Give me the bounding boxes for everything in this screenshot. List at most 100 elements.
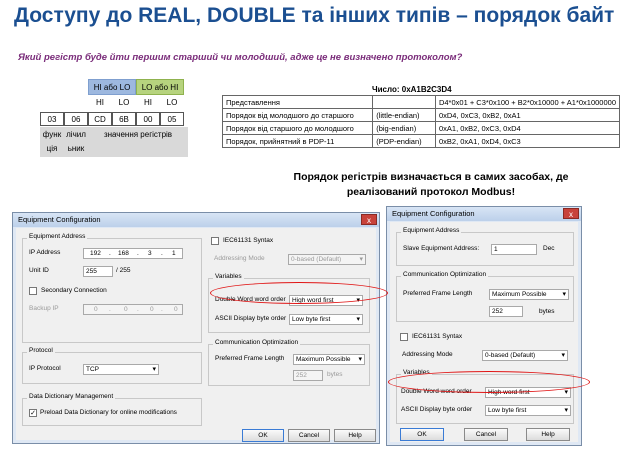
- group-title: Data Dictionary Management: [27, 393, 116, 400]
- iec-syntax-checkbox[interactable]: [211, 237, 219, 245]
- lo-or-hi-header: LO або HI: [136, 79, 184, 95]
- close-button[interactable]: x: [563, 208, 579, 219]
- help-button[interactable]: Help: [526, 428, 570, 441]
- preload-dd-checkbox[interactable]: ✓: [29, 409, 37, 417]
- row-label: Порядок, прийнятний в PDP-11: [221, 134, 374, 148]
- ip-octet: 0: [94, 306, 98, 313]
- backup-ip-field[interactable]: 0 . 0 . 0 . 0: [83, 304, 183, 315]
- addressing-mode-select[interactable]: 0-based (Default): [288, 254, 366, 265]
- row-value: D4*0x01 + C3*0x100 + B2*0x10000 + A1*0x1…: [434, 95, 621, 109]
- addressing-mode-select[interactable]: 0-based (Default): [482, 350, 568, 361]
- comm-optimization-group: Communication Optimization Preferred Fra…: [396, 271, 574, 322]
- byte-order-table: Представлення D4*0x01 + C3*0x100 + B2*0x…: [221, 95, 621, 148]
- backup-ip-label: Backup IP: [29, 305, 59, 312]
- sub-hi-2: HI: [144, 98, 152, 107]
- ip-octet: 192: [90, 250, 101, 257]
- unit-id-max: / 255: [116, 267, 131, 274]
- secondary-connection-checkbox[interactable]: [29, 287, 37, 295]
- ip-octet: 1: [172, 250, 176, 257]
- sub-lo-2: LO: [166, 98, 178, 107]
- group-title: Communication Optimization: [213, 339, 301, 346]
- cancel-button[interactable]: Cancel: [288, 429, 330, 442]
- label-func-cont: ція: [46, 144, 58, 153]
- help-button[interactable]: Help: [334, 429, 376, 442]
- dialog-body: Equipment Address Slave Equipment Addres…: [390, 222, 578, 442]
- comm-optimization-group: Communication Optimization Preferred Fra…: [208, 339, 370, 386]
- ip-protocol-label: IP Protocol: [29, 365, 61, 372]
- table-row: Порядок від молодшого до старшого (littl…: [221, 108, 621, 122]
- hi-or-lo-header: HI або LO: [88, 79, 136, 95]
- equipment-address-group: Equipment Address IP Address 192 . 168 .…: [22, 233, 202, 343]
- byte-cell: 6B: [112, 112, 136, 126]
- ascii-order-select[interactable]: Low byte first: [289, 314, 363, 325]
- secondary-connection-label: Secondary Connection: [41, 287, 107, 294]
- byte-cell: 05: [160, 112, 184, 126]
- group-title: Variables: [213, 273, 244, 280]
- addressing-mode-label: Addressing Mode: [214, 255, 265, 262]
- note-line-1: Порядок регістрів визначається в самих з…: [293, 171, 569, 183]
- frame-length-select[interactable]: Maximum Possible: [293, 354, 365, 365]
- equipment-config-dialog-1: Equipment Configuration x Equipment Addr…: [12, 212, 380, 444]
- table-row: Порядок від старшого до молодшого (big-e…: [221, 121, 621, 135]
- group-title: Protocol: [27, 347, 55, 354]
- modbus-frame-diagram: HI або LO LO або HI HI LO HI LO 03 06 CD…: [40, 79, 200, 157]
- frame-bytes-field[interactable]: 252: [293, 370, 323, 381]
- row-endian: [372, 95, 436, 109]
- iec-syntax-checkbox[interactable]: [400, 333, 408, 341]
- iec-syntax-label: IEC61131 Syntax: [223, 237, 274, 244]
- ascii-order-select[interactable]: Low byte first: [485, 405, 571, 416]
- row-endian: (little-endian): [372, 108, 436, 122]
- cancel-button[interactable]: Cancel: [464, 428, 508, 441]
- unit-id-field[interactable]: 255: [83, 266, 113, 277]
- row-label: Порядок від молодшого до старшого: [221, 108, 374, 122]
- sub-hi-1: HI: [96, 98, 104, 107]
- preload-dd-label: Preload Data Dictionary for online modif…: [40, 409, 177, 416]
- unit-id-label: Unit ID: [29, 267, 49, 274]
- row-value: 0xB2, 0xA1, 0xD4, 0xC3: [434, 134, 621, 148]
- row-label: Порядок від старшого до молодшого: [221, 121, 374, 135]
- ip-octet: 3: [148, 250, 152, 257]
- byte-cell: CD: [88, 112, 112, 126]
- ascii-order-label: ASCII Display byte order: [215, 315, 287, 322]
- highlight-ellipse-dialog-2: [388, 371, 590, 393]
- row-label: Представлення: [221, 95, 374, 109]
- iec-syntax-label: IEC61131 Syntax: [412, 333, 463, 340]
- frame-length-label: Preferred Frame Length: [403, 290, 473, 297]
- frame-length-select[interactable]: Maximum Possible: [489, 289, 569, 300]
- ip-octet: 168: [118, 250, 129, 257]
- group-title: Equipment Address: [27, 233, 88, 240]
- byte-cell: 00: [136, 112, 160, 126]
- ok-button[interactable]: OK: [400, 428, 444, 441]
- number-label: Число: 0xA1B2C3D4: [372, 85, 452, 94]
- slave-address-field[interactable]: 1: [491, 244, 537, 255]
- note-line-2: реалізований протокол Modbus!: [346, 186, 516, 198]
- equipment-address-group: Equipment Address Slave Equipment Addres…: [396, 227, 574, 266]
- byte-cell: 03: [40, 112, 64, 126]
- ip-address-field[interactable]: 192 . 168 . 3 . 1: [83, 248, 183, 259]
- addressing-mode-label: Addressing Mode: [402, 351, 453, 358]
- slave-address-label: Slave Equipment Address:: [403, 245, 480, 252]
- table-row: Представлення D4*0x01 + C3*0x100 + B2*0x…: [221, 95, 621, 109]
- protocol-group: Protocol IP Protocol TCP: [22, 347, 202, 384]
- register-order-note: Порядок регістрів визначається в самих з…: [246, 170, 616, 200]
- row-value: 0xD4, 0xC3, 0xB2, 0xA1: [434, 108, 621, 122]
- slave-address-unit: Dec: [543, 245, 555, 252]
- ip-address-label: IP Address: [29, 249, 61, 256]
- frame-bytes-field[interactable]: 252: [489, 306, 523, 317]
- dialog-title: Equipment Configuration: [13, 213, 379, 227]
- table-row: Порядок, прийнятний в PDP-11 (PDP-endian…: [221, 134, 621, 148]
- group-title: Equipment Address: [401, 227, 462, 234]
- close-button[interactable]: x: [361, 214, 377, 225]
- label-func: функ: [42, 130, 62, 139]
- ok-button[interactable]: OK: [242, 429, 284, 442]
- byte-cell: 06: [64, 112, 88, 126]
- ip-protocol-select[interactable]: TCP: [83, 364, 159, 375]
- row-endian: (PDP-endian): [372, 134, 436, 148]
- group-title: Communication Optimization: [401, 271, 489, 278]
- sub-lo-1: LO: [118, 98, 130, 107]
- label-register-values: значення регістрів: [103, 130, 173, 139]
- bytes-unit-label: bytes: [539, 308, 555, 315]
- question-text: Який регістр буде йти першим старший чи …: [18, 52, 463, 63]
- slide-title: Доступу до REAL, DOUBLE та інших типів –…: [14, 4, 615, 27]
- dialog-body: Equipment Address IP Address 192 . 168 .…: [16, 228, 376, 442]
